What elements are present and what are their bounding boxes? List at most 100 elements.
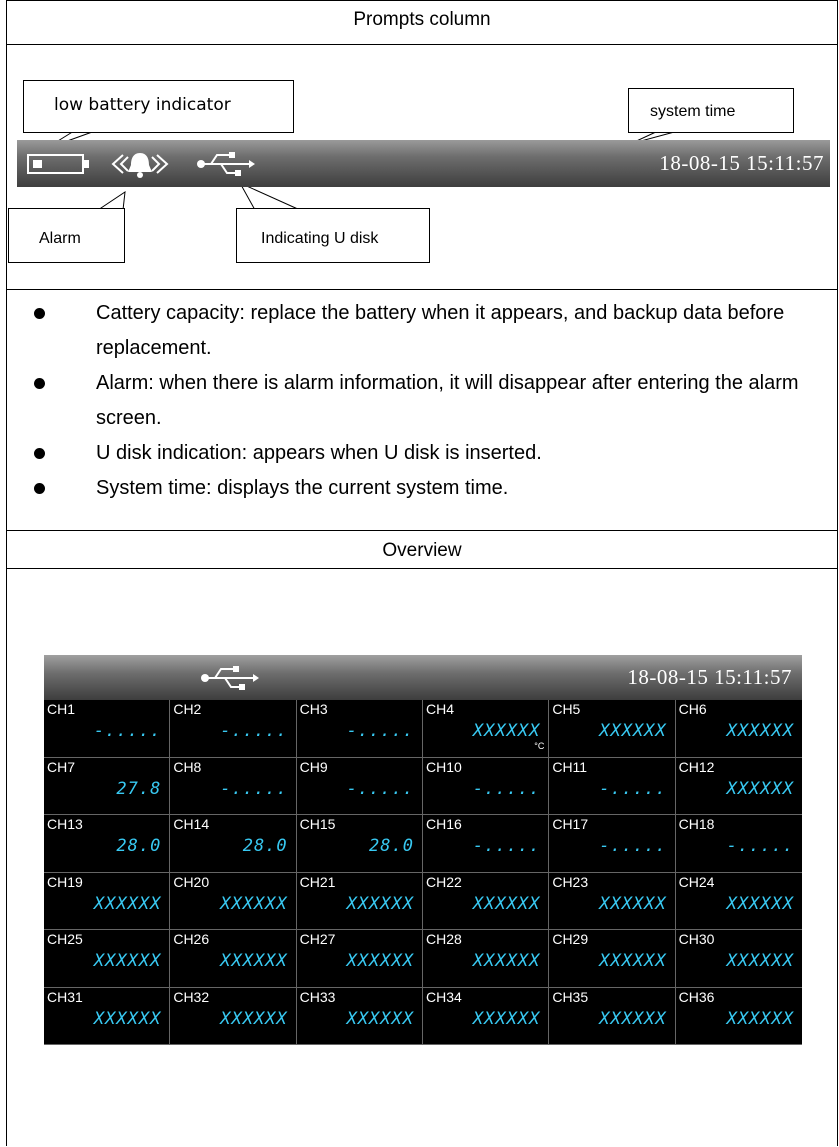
- channel-cell[interactable]: CH16 -.....: [423, 815, 550, 873]
- channel-label: CH14: [173, 816, 210, 832]
- channel-value: -.....: [599, 778, 667, 799]
- channel-cell[interactable]: CH34 XXXXXX: [423, 987, 550, 1045]
- channel-label: CH30: [678, 931, 715, 947]
- channel-cell[interactable]: CH8 -.....: [170, 757, 297, 815]
- channel-cell[interactable]: CH28 XXXXXX: [423, 930, 550, 988]
- channel-cell[interactable]: CH24 XXXXXX: [675, 873, 802, 930]
- channel-cell[interactable]: CH2 -.....: [170, 700, 297, 758]
- channel-cell[interactable]: CH6 XXXXXX: [675, 700, 802, 758]
- channel-value: -.....: [346, 721, 414, 741]
- channel-cell[interactable]: CH17 -.....: [549, 815, 676, 873]
- channel-label: CH2: [173, 701, 202, 717]
- channel-label: CH23: [552, 873, 589, 890]
- channel-label: CH9: [299, 758, 328, 775]
- channel-value: XXXXXX: [726, 721, 794, 741]
- channel-cell[interactable]: CH36 XXXXXX: [675, 988, 802, 1045]
- channel-label: CH8: [173, 758, 202, 775]
- channel-label: CH10: [426, 758, 462, 775]
- channel-value: XXXXXX: [93, 1008, 162, 1029]
- channel-cell[interactable]: CH18 -.....: [675, 815, 802, 873]
- channel-label: CH20: [173, 873, 210, 890]
- bell-alarm-icon: [109, 147, 171, 186]
- channel-label: CH31: [47, 988, 83, 1005]
- channel-value: -.....: [93, 721, 162, 741]
- channel-value: 28.0: [116, 836, 162, 856]
- channel-label: CH22: [426, 873, 462, 890]
- bullet-icon: [34, 483, 45, 494]
- channel-cell[interactable]: CH33 XXXXXX: [296, 987, 423, 1045]
- channel-cell[interactable]: CH1 -.....: [44, 700, 171, 758]
- channel-value: 27.8: [116, 778, 162, 799]
- channel-label: CH11: [552, 758, 588, 775]
- channel-label: CH34: [426, 988, 462, 1005]
- channel-cell[interactable]: CH35 XXXXXX: [549, 987, 676, 1045]
- channel-label: CH1: [47, 701, 76, 717]
- status-bar: 18-08-15 15:11:57: [17, 140, 830, 187]
- channel-label: CH13: [47, 816, 83, 832]
- channel-value: XXXXXX: [599, 893, 667, 914]
- channel-cell[interactable]: CH29 XXXXXX: [549, 930, 676, 988]
- channel-cell[interactable]: CH4 XXXXXX °C: [423, 700, 550, 758]
- channel-value: XXXXXX: [472, 721, 541, 741]
- channel-label: CH26: [173, 931, 210, 947]
- channel-value: -.....: [726, 836, 794, 856]
- channel-cell[interactable]: CH22 XXXXXX: [423, 872, 550, 930]
- channel-cell[interactable]: CH10 -.....: [423, 757, 550, 815]
- channel-cell[interactable]: CH3 -.....: [296, 700, 423, 758]
- channel-label: CH29: [552, 931, 589, 947]
- channel-label: CH15: [299, 816, 336, 832]
- channel-grid: CH1 -..... CH2 -..... CH3 -..... CH4 XXXXXX °C CH…: [44, 700, 802, 1045]
- channel-value: -.....: [599, 836, 667, 856]
- system-time: 18-08-15 15:11:57: [627, 665, 792, 689]
- channel-label: CH18: [678, 816, 715, 832]
- channel-cell[interactable]: CH21 XXXXXX: [296, 872, 423, 930]
- alarm-callout: Alarm: [8, 208, 125, 263]
- channel-label: CH3: [299, 701, 328, 717]
- channel-cell[interactable]: CH7 27.8: [44, 757, 171, 815]
- channel-label: CH36: [678, 988, 715, 1005]
- channel-cell[interactable]: CH11 -.....: [549, 757, 676, 815]
- channel-label: CH16: [426, 816, 462, 832]
- channel-value: XXXXXX: [599, 951, 667, 971]
- system-time: 18-08-15 15:11:57: [659, 151, 824, 175]
- callout-text: low battery indicator: [54, 95, 231, 115]
- bullet-icon: [34, 378, 45, 389]
- channel-value: XXXXXX: [726, 893, 794, 914]
- channel-value: XXXXXX: [346, 1008, 414, 1029]
- callout-text: Indicating U disk: [261, 230, 379, 247]
- channel-cell[interactable]: CH31 XXXXXX: [44, 987, 171, 1045]
- channel-value: -.....: [472, 778, 541, 799]
- channel-cell[interactable]: CH20 XXXXXX: [170, 872, 297, 930]
- channel-cell[interactable]: CH13 28.0: [44, 815, 171, 873]
- channel-cell[interactable]: CH14 28.0: [170, 815, 297, 873]
- channel-cell[interactable]: CH23 XXXXXX: [549, 872, 676, 930]
- channel-label: CH35: [552, 988, 589, 1005]
- channel-value: XXXXXX: [472, 893, 541, 914]
- channel-value: 28.0: [242, 836, 288, 856]
- channel-value: XXXXXX: [599, 721, 667, 741]
- list-item: Cattery capacity: replace the battery wh…: [34, 296, 834, 366]
- channel-cell[interactable]: CH9 -.....: [296, 757, 423, 815]
- channel-label: CH32: [173, 988, 210, 1005]
- channel-value: XXXXXX: [346, 951, 414, 971]
- channel-cell[interactable]: CH30 XXXXXX: [675, 930, 802, 988]
- channel-cell[interactable]: CH15 28.0: [296, 815, 423, 873]
- low-battery-callout: low battery indicator: [23, 80, 294, 133]
- callout-text: system time: [650, 103, 736, 120]
- channel-cell[interactable]: CH27 XXXXXX: [296, 930, 423, 988]
- channel-value: XXXXXX: [346, 893, 414, 914]
- channel-cell[interactable]: CH5 XXXXXX: [549, 700, 676, 758]
- channel-label: CH25: [47, 931, 83, 947]
- channel-value: XXXXXX: [599, 1008, 667, 1029]
- channel-cell[interactable]: CH25 XXXXXX: [44, 930, 171, 988]
- channel-label: CH27: [299, 931, 336, 947]
- channel-cell[interactable]: CH26 XXXXXX: [170, 930, 297, 988]
- channel-cell[interactable]: CH32 XXXXXX: [170, 987, 297, 1045]
- channel-cell[interactable]: CH19 XXXXXX: [44, 872, 171, 930]
- channel-label: CH12: [678, 758, 715, 775]
- channel-label: CH21: [299, 873, 336, 890]
- channel-value: XXXXXX: [726, 1008, 794, 1029]
- channel-cell[interactable]: CH12 XXXXXX: [675, 758, 802, 815]
- channel-value: -.....: [346, 778, 414, 799]
- channel-label: CH6: [678, 701, 707, 717]
